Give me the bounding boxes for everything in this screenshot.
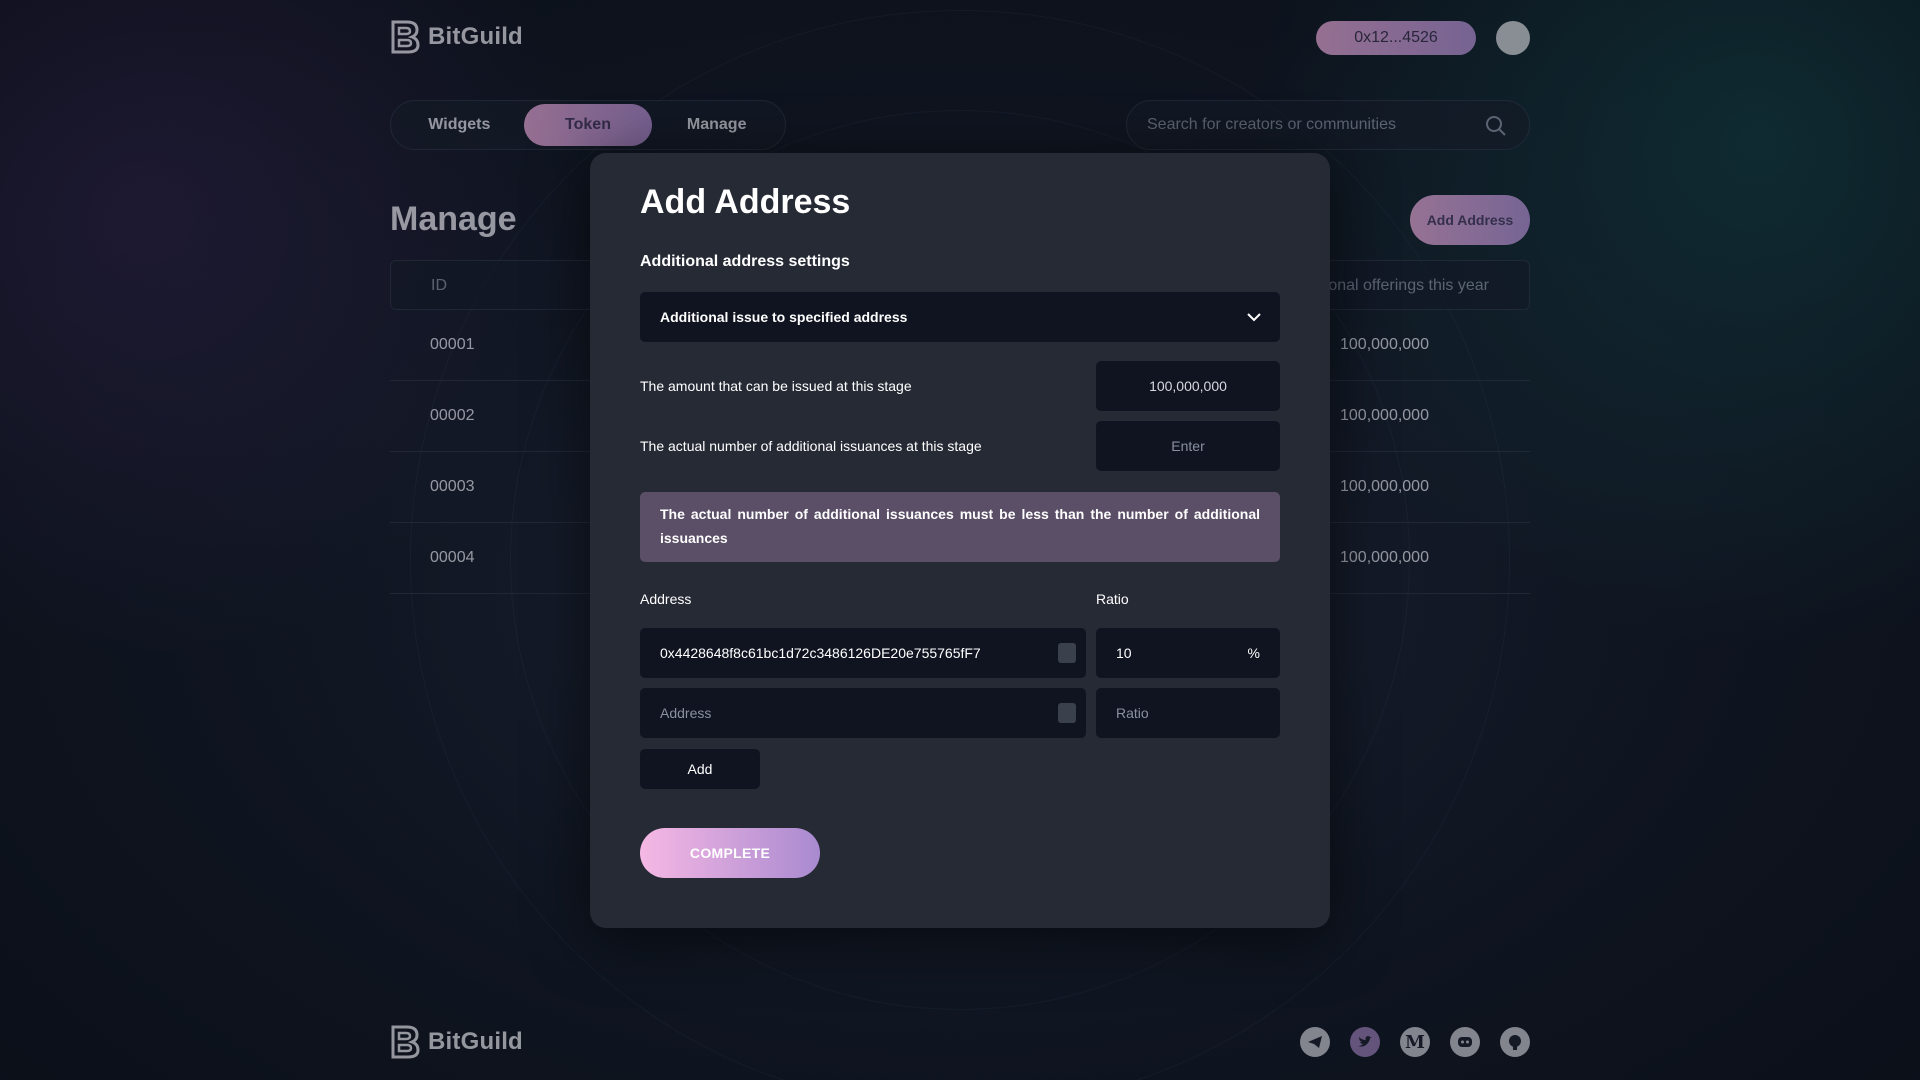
address-label: Address (640, 591, 692, 607)
actual-issuance-label: The actual number of additional issuance… (640, 438, 982, 454)
complete-button[interactable]: COMPLETE (640, 828, 820, 878)
main-tabs: Widgets Token Manage (390, 100, 786, 150)
warning-message: The actual number of additional issuance… (640, 492, 1280, 562)
ratio-input[interactable] (1116, 688, 1226, 738)
row-offerings: 100,000,000 (1340, 549, 1429, 566)
address-field (640, 688, 1086, 738)
clipboard-icon[interactable] (1058, 703, 1076, 723)
bitguild-logo-icon (391, 20, 420, 54)
brand-logo[interactable]: BitGuild (390, 20, 523, 54)
issue-type-select[interactable]: Additional issue to specified address (640, 292, 1280, 342)
telegram-icon[interactable] (1300, 1027, 1330, 1057)
column-header-id: ID (431, 277, 447, 294)
chevron-down-icon (1247, 313, 1261, 322)
row-id: 00004 (430, 549, 475, 566)
footer-logo[interactable]: BitGuild (390, 1025, 523, 1059)
page-title: Manage (390, 200, 517, 238)
address-input[interactable] (660, 688, 1040, 738)
add-address-button[interactable]: Add Address (1410, 195, 1530, 245)
add-address-modal: Add Address Additional address settings … (590, 153, 1330, 928)
avatar[interactable] (1496, 21, 1530, 55)
modal-subtitle: Additional address settings (640, 253, 850, 270)
search-icon[interactable] (1485, 115, 1507, 137)
amount-value: 100,000,000 (1096, 361, 1280, 411)
row-id: 00003 (430, 478, 475, 495)
ratio-field: % (1096, 628, 1280, 678)
row-offerings: 100,000,000 (1340, 336, 1429, 353)
address-field (640, 628, 1086, 678)
ratio-input[interactable] (1116, 628, 1226, 678)
tab-token[interactable]: Token (523, 104, 653, 146)
search-input[interactable] (1147, 101, 1467, 149)
medium-icon[interactable]: M (1400, 1027, 1430, 1057)
github-icon[interactable] (1500, 1027, 1530, 1057)
address-input[interactable] (660, 628, 1040, 678)
column-header-offerings: onal offerings this year (1328, 277, 1489, 294)
brand-name: BitGuild (428, 23, 523, 50)
footer-brand-name: BitGuild (428, 1028, 523, 1055)
amount-label: The amount that can be issued at this st… (640, 378, 912, 394)
select-value: Additional issue to specified address (660, 309, 908, 325)
row-offerings: 100,000,000 (1340, 407, 1429, 424)
row-id: 00002 (430, 407, 475, 424)
top-header: BitGuild 0x12...4526 (390, 20, 1530, 56)
modal-title: Add Address (640, 183, 851, 221)
social-links: M (1300, 1027, 1530, 1057)
clipboard-icon[interactable] (1058, 643, 1076, 663)
actual-issuance-input[interactable] (1096, 421, 1280, 471)
row-offerings: 100,000,000 (1340, 478, 1429, 495)
ratio-label: Ratio (1096, 591, 1129, 607)
discord-icon[interactable] (1450, 1027, 1480, 1057)
add-row-button[interactable]: Add (640, 749, 760, 789)
row-id: 00001 (430, 336, 475, 353)
bitguild-logo-icon (391, 1025, 420, 1059)
wallet-address-button[interactable]: 0x12...4526 (1316, 21, 1476, 55)
twitter-icon[interactable] (1350, 1027, 1380, 1057)
tab-manage[interactable]: Manage (652, 104, 781, 146)
actual-issuance-field (1096, 421, 1280, 471)
search-bar (1126, 100, 1530, 150)
tab-widgets[interactable]: Widgets (395, 104, 524, 146)
ratio-field (1096, 688, 1280, 738)
percent-unit: % (1247, 645, 1260, 661)
